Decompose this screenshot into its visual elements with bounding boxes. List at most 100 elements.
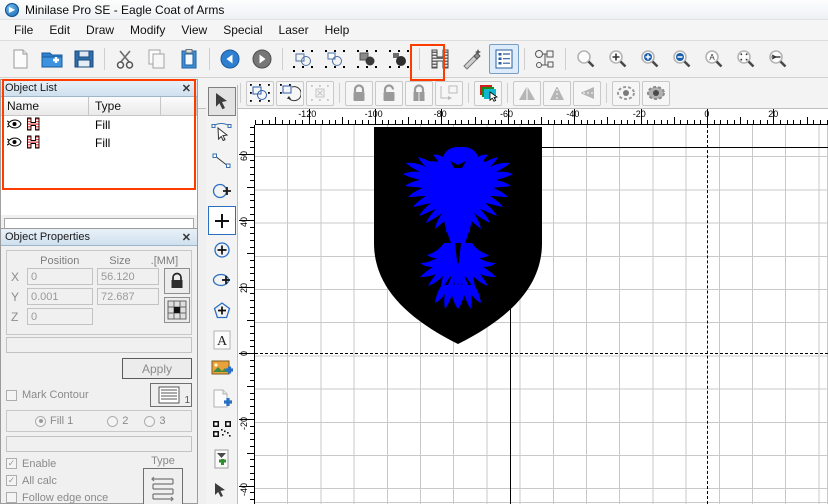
ruler-tick: [620, 120, 622, 124]
checkbox-box[interactable]: ✓: [6, 458, 17, 469]
fill-parameter-field[interactable]: [6, 436, 192, 452]
line-tool[interactable]: [208, 147, 236, 176]
close-icon[interactable]: ✕: [180, 231, 193, 244]
paste-button[interactable]: [174, 44, 204, 74]
fill-down-tool[interactable]: [208, 444, 236, 473]
zoom-in-button[interactable]: [635, 44, 665, 74]
follow-edge-once-checkbox[interactable]: Follow edge once: [6, 489, 134, 504]
text-tool[interactable]: A: [208, 325, 236, 354]
lock-aspect-button[interactable]: [164, 268, 190, 294]
size-label: Size: [109, 255, 131, 267]
hierarchy-button[interactable]: [530, 44, 560, 74]
circle-tool[interactable]: [208, 236, 236, 265]
column-header-name[interactable]: Name: [1, 97, 89, 115]
checkbox-box[interactable]: [6, 492, 17, 503]
union-button[interactable]: [320, 44, 350, 74]
select-nodes-button[interactable]: [288, 44, 318, 74]
zigzag-hatch-button[interactable]: [143, 468, 183, 504]
object-list-title: Object List: [5, 82, 57, 94]
ruler-tick: [250, 439, 254, 441]
zoom-all-button[interactable]: A: [699, 44, 729, 74]
polygon-tool[interactable]: [208, 295, 236, 324]
undo-button[interactable]: [215, 44, 245, 74]
rectangle-tool[interactable]: [207, 206, 236, 235]
anchor-grid-button[interactable]: [164, 297, 190, 323]
eye-icon[interactable]: [6, 136, 22, 151]
eagle-coat-of-arms[interactable]: [372, 125, 544, 346]
checkbox-box[interactable]: [6, 389, 17, 401]
node-edit-tool[interactable]: [208, 117, 236, 146]
fill-2-radio[interactable]: [107, 415, 119, 427]
layers-color-button[interactable]: [474, 80, 502, 106]
enable-checkbox[interactable]: ✓ Enable: [6, 455, 134, 472]
arc-tool[interactable]: [208, 176, 236, 205]
menu-item-help[interactable]: Help: [317, 21, 358, 39]
apply-button[interactable]: Apply: [122, 358, 192, 379]
properties-extra-field[interactable]: [6, 337, 192, 353]
enable-label: Enable: [22, 457, 57, 470]
mark-contour-checkbox[interactable]: Mark Contour: [6, 387, 89, 404]
ruler-tick: [501, 120, 503, 124]
ruler-tick: [819, 120, 821, 124]
fill-3-radio[interactable]: [144, 415, 156, 427]
copy-button[interactable]: [142, 44, 172, 74]
position-z-field[interactable]: 0: [27, 308, 93, 325]
preview-button[interactable]: [612, 80, 640, 106]
checkbox-box[interactable]: ✓: [6, 475, 17, 486]
position-x-field[interactable]: 0: [27, 268, 93, 285]
cut-button[interactable]: [110, 44, 140, 74]
position-y-field[interactable]: 0.001: [27, 288, 93, 305]
mirror-vertical-button[interactable]: [573, 80, 601, 106]
zoom-page-button[interactable]: [763, 44, 793, 74]
redo-button[interactable]: [247, 44, 277, 74]
lock-partial-button[interactable]: [405, 80, 433, 106]
table-row[interactable]: Fill: [1, 134, 197, 152]
save-file-button[interactable]: [69, 44, 99, 74]
properties-list-button[interactable]: [489, 44, 519, 74]
close-icon[interactable]: ✕: [180, 82, 193, 95]
subtract-button[interactable]: [384, 44, 414, 74]
ruler-tick: [250, 445, 254, 447]
zoom-out-button[interactable]: [667, 44, 697, 74]
group-button[interactable]: [246, 80, 274, 106]
preview-filled-button[interactable]: [642, 80, 670, 106]
shear-button[interactable]: [513, 80, 541, 106]
hatch-button[interactable]: [425, 44, 455, 74]
lock-closed-button[interactable]: [345, 80, 373, 106]
size-width-field[interactable]: 56.120: [97, 268, 159, 285]
zoom-selection-button[interactable]: [731, 44, 761, 74]
align-origin-button[interactable]: [435, 80, 463, 106]
menu-item-edit[interactable]: Edit: [41, 21, 78, 39]
column-header-type[interactable]: Type: [89, 97, 161, 115]
fill-1-radio[interactable]: [35, 415, 46, 427]
menu-item-file[interactable]: File: [6, 21, 41, 39]
barcode-tool[interactable]: [208, 415, 236, 444]
rotate-button[interactable]: [276, 80, 304, 106]
size-height-field[interactable]: 72.687: [97, 288, 159, 305]
table-row[interactable]: Fill: [1, 116, 197, 134]
select-tool[interactable]: [207, 87, 236, 116]
menu-item-draw[interactable]: Draw: [78, 21, 122, 39]
zoom-fit-button[interactable]: [603, 44, 633, 74]
ruler-tick: [250, 240, 254, 242]
extra-tool[interactable]: [208, 474, 236, 503]
menu-item-laser[interactable]: Laser: [271, 21, 317, 39]
column-header-extra[interactable]: [161, 97, 197, 115]
eye-icon[interactable]: [6, 118, 22, 133]
all-calc-checkbox[interactable]: ✓ All calc: [6, 472, 134, 489]
intersect-button[interactable]: [352, 44, 382, 74]
menu-item-modify[interactable]: Modify: [122, 21, 173, 39]
document-tool[interactable]: [208, 385, 236, 414]
zoom-button[interactable]: [571, 44, 601, 74]
ellipse-tool[interactable]: [208, 266, 236, 295]
open-file-button[interactable]: [37, 44, 67, 74]
new-file-button[interactable]: [5, 44, 35, 74]
menu-item-special[interactable]: Special: [215, 21, 270, 39]
image-tool[interactable]: [208, 355, 236, 384]
menu-item-view[interactable]: View: [173, 21, 215, 39]
lock-open-button[interactable]: [375, 80, 403, 106]
magic-wand-button[interactable]: [457, 44, 487, 74]
ruler-tick: [746, 120, 748, 124]
mirror-horizontal-button[interactable]: [543, 80, 571, 106]
hatch-lines-button[interactable]: 1: [150, 383, 192, 407]
